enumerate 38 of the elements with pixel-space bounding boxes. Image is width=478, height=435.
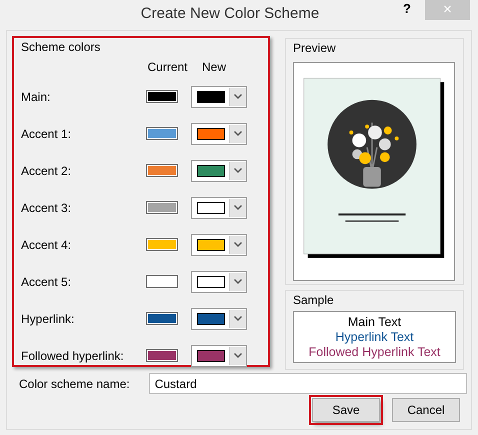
color-label: Accent 4: (21, 236, 72, 254)
column-header: New (200, 59, 227, 76)
sample-followed-hyperlink-text: Followed Hyperlink Text (308, 344, 440, 360)
window-title: Create New Color Scheme (140, 4, 320, 24)
color-dropdown[interactable] (191, 196, 247, 218)
color-dropdown[interactable] (191, 160, 247, 182)
chevron-down-icon (234, 279, 242, 284)
help-button[interactable]: ? (399, 0, 415, 18)
group-title: Sample (293, 293, 334, 307)
chevron-down-icon (234, 94, 242, 99)
color-dropdown[interactable] (191, 344, 247, 366)
color-label: Hyperlink: (21, 310, 76, 328)
column-header: Current (146, 59, 188, 76)
sample-main-text: Main Text (348, 314, 402, 330)
dialog-button[interactable]: Save (312, 398, 380, 422)
color-label: Accent 2: (21, 162, 72, 180)
chevron-down-icon (234, 131, 242, 136)
color-label: Accent 3: (21, 200, 72, 216)
color-label: Main: (21, 88, 52, 106)
sample-hyperlink-text: Hyperlink Text (335, 330, 414, 344)
chevron-down-icon (234, 316, 242, 321)
chevron-down-icon (234, 205, 242, 210)
group-title: Scheme colors (21, 40, 100, 54)
color-dropdown[interactable] (191, 308, 247, 330)
color-dropdown[interactable] (191, 122, 247, 144)
group-title: Preview (293, 41, 336, 55)
color-dropdown[interactable] (191, 234, 247, 256)
color-dropdown[interactable] (191, 86, 247, 108)
color-label: Followed hyperlink: (21, 348, 125, 364)
chevron-down-icon (234, 353, 242, 358)
field-label: Color scheme name: (19, 376, 130, 392)
chevron-down-icon (234, 242, 242, 247)
name-input-field[interactable]: Custard (148, 373, 467, 394)
chevron-down-icon (234, 168, 242, 173)
dialog-button[interactable]: Cancel (392, 398, 460, 422)
color-label: Accent 5: (21, 274, 72, 290)
color-label: Accent 1: (21, 126, 72, 142)
color-dropdown[interactable] (191, 270, 247, 292)
